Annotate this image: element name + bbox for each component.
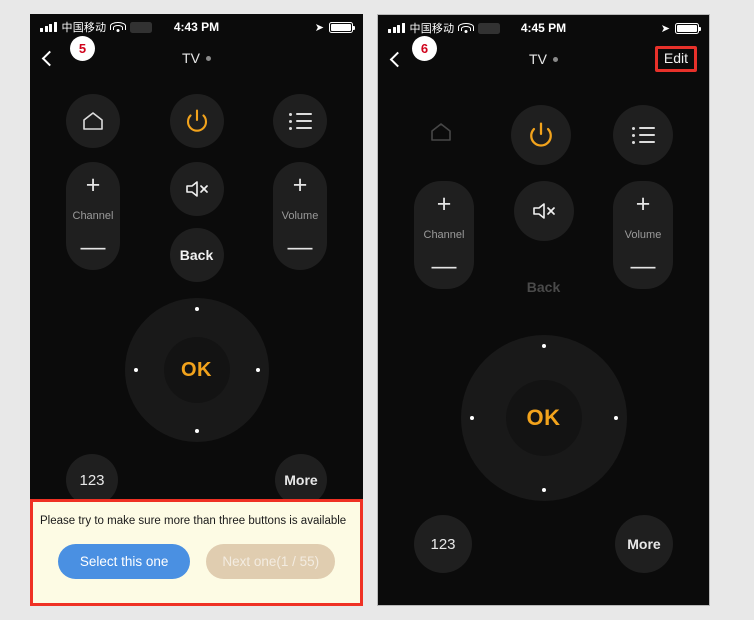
status-left-group: 中国移动	[40, 19, 153, 35]
carrier-label: 中国移动	[61, 22, 107, 34]
channel-rocker[interactable]: + Channel —	[414, 181, 474, 289]
remote-top-row-right	[414, 105, 673, 165]
dpad[interactable]: OK	[460, 335, 627, 501]
wifi-icon	[459, 23, 473, 34]
dpad[interactable]: OK	[124, 298, 269, 442]
status-dot-icon	[205, 55, 211, 61]
remote-bottom-row-right: 123 More	[414, 515, 673, 573]
select-this-one-button[interactable]: Select this one	[57, 544, 191, 579]
battery-chip-icon	[130, 21, 153, 33]
mute-back-column-right: Back	[513, 181, 574, 317]
dpad-up-icon[interactable]	[194, 307, 199, 311]
nav-title-label: TV	[529, 51, 547, 67]
power-icon	[529, 122, 553, 148]
channel-down-button[interactable]: —	[81, 234, 106, 260]
battery-icon	[675, 22, 701, 34]
home-icon	[430, 122, 452, 142]
dpad-wrap-right: OK	[414, 335, 673, 501]
phone-screen-right: 中国移动 4:45 PM ➤ TV Edit + Channel — Back …	[377, 14, 710, 606]
edit-button[interactable]: Edit	[664, 50, 688, 66]
power-button[interactable]	[510, 105, 571, 165]
list-icon	[288, 112, 312, 130]
status-right-group: ➤	[314, 21, 355, 34]
mute-speaker-icon	[531, 201, 557, 221]
mute-speaker-icon	[184, 179, 210, 199]
channel-label: Channel	[72, 210, 114, 222]
prompt-actions: Select this one Next one(1 / 55)	[57, 544, 336, 579]
power-icon	[186, 109, 208, 133]
ok-button[interactable]: OK	[505, 380, 582, 456]
signal-bars-icon	[40, 22, 57, 32]
status-dot-icon	[552, 56, 558, 62]
wifi-icon	[111, 22, 125, 33]
volume-rocker[interactable]: + Volume —	[273, 162, 327, 270]
mute-button[interactable]	[513, 181, 574, 241]
home-icon	[82, 111, 104, 131]
status-left-group: 中国移动	[388, 20, 501, 36]
volume-rocker[interactable]: + Volume —	[613, 181, 673, 289]
dpad-wrap-left: OK	[66, 298, 327, 442]
more-button[interactable]: More	[615, 515, 673, 573]
remote-body-right: + Channel — Back + Volume — OK 123 More	[378, 77, 709, 573]
remote-mid-row-right: + Channel — Back + Volume —	[414, 181, 673, 317]
battery-chip-icon	[478, 22, 501, 34]
power-button[interactable]	[169, 94, 224, 148]
battery-icon	[329, 21, 355, 33]
volume-up-button[interactable]: +	[293, 172, 308, 198]
mute-button[interactable]	[169, 162, 224, 216]
volume-label: Volume	[281, 210, 319, 222]
back-chevron-icon[interactable]	[41, 50, 58, 66]
back-button[interactable]: Back	[514, 257, 574, 317]
back-button[interactable]: Back	[169, 228, 224, 282]
volume-down-button[interactable]: —	[288, 234, 313, 260]
channel-up-button[interactable]: +	[437, 191, 452, 217]
dpad-up-icon[interactable]	[541, 344, 546, 348]
prompt-message: Please try to make sure more than three …	[40, 515, 347, 527]
location-arrow-icon: ➤	[660, 22, 670, 35]
dpad-down-icon[interactable]	[194, 429, 199, 433]
menu-list-button[interactable]	[613, 105, 673, 165]
dpad-down-icon[interactable]	[541, 488, 546, 492]
remote-body-left: + Channel — Back + Volume — OK 123 More	[30, 76, 363, 506]
next-one-button[interactable]: Next one(1 / 55)	[206, 544, 336, 579]
location-arrow-icon: ➤	[314, 21, 324, 34]
edit-button-highlight: Edit	[654, 46, 697, 72]
status-right-group: ➤	[660, 22, 701, 35]
signal-bars-icon	[388, 23, 405, 33]
numeric-button[interactable]: 123	[414, 515, 472, 573]
volume-label: Volume	[624, 229, 662, 241]
dpad-left-icon[interactable]	[133, 368, 138, 372]
step-badge-5: 5	[70, 36, 95, 61]
screenshot-stage: 中国移动 4:43 PM ➤ TV + Channel — Back + Vol…	[0, 0, 754, 620]
channel-up-button[interactable]: +	[86, 172, 101, 198]
home-button[interactable]	[66, 94, 120, 148]
step-badge-6: 6	[412, 36, 437, 61]
dpad-right-icon[interactable]	[613, 416, 618, 420]
ok-button[interactable]: OK	[163, 337, 230, 403]
volume-up-button[interactable]: +	[636, 191, 651, 217]
channel-label: Channel	[423, 229, 465, 241]
home-button[interactable]	[414, 105, 468, 159]
channel-down-button[interactable]: —	[432, 253, 457, 279]
prompt-panel: Please try to make sure more than three …	[30, 499, 363, 606]
channel-rocker[interactable]: + Channel —	[66, 162, 120, 270]
volume-down-button[interactable]: —	[631, 253, 656, 279]
remote-top-row-left	[66, 94, 327, 148]
back-chevron-icon[interactable]	[389, 51, 406, 67]
dpad-left-icon[interactable]	[469, 416, 474, 420]
mute-back-column-left: Back	[169, 162, 224, 282]
list-icon	[631, 126, 655, 144]
menu-list-button[interactable]	[273, 94, 327, 148]
remote-mid-row-left: + Channel — Back + Volume —	[66, 162, 327, 282]
dpad-right-icon[interactable]	[255, 368, 260, 372]
carrier-label: 中国移动	[409, 23, 455, 35]
nav-title-label: TV	[182, 50, 200, 66]
